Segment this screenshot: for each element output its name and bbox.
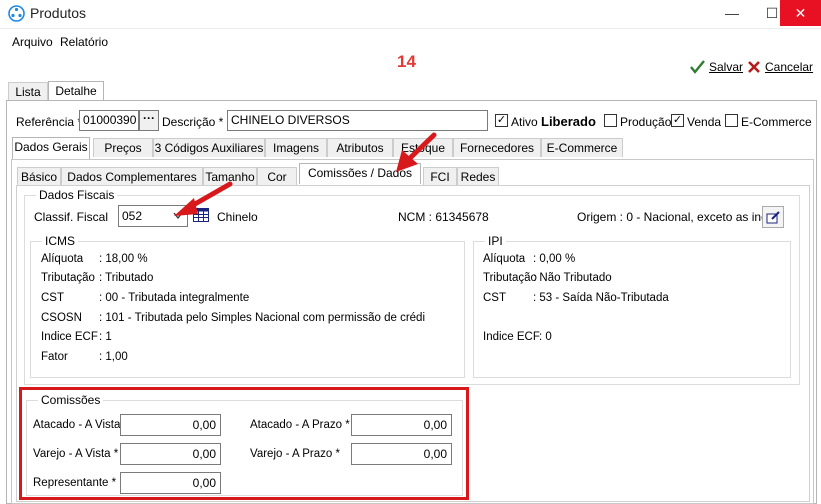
cancel-button[interactable]: Cancelar [747,59,813,75]
tab-cor[interactable]: Cor [257,167,297,186]
tab-atributos[interactable]: Atributos [327,138,393,157]
edit-icon [766,211,780,224]
icms-title: ICMS [42,234,78,248]
ipi-row-label: Tributação [483,272,537,284]
tab-codigos-auxiliares[interactable]: 3 Códigos Auxiliares [153,138,265,157]
ipi-row-label: Indice ECF [483,331,540,343]
referencia-input[interactable]: 01000390 [79,110,139,131]
icms-row-label: Tributação [41,272,95,284]
classif-fiscal-label: Classif. Fiscal [34,210,109,224]
icms-group [30,241,465,378]
ipi-row-label: Alíquota [483,253,526,265]
save-label: Salvar [709,60,744,74]
varejo-vista-input[interactable]: 0,00 [120,443,221,465]
varejo-vista-label: Varejo - A Vista * [33,448,119,460]
atacado-vista-input[interactable]: 0,00 [120,414,221,436]
representante-input[interactable]: 0,00 [120,472,221,494]
representante-label: Representante * [33,477,117,489]
descricao-label: Descrição * [162,115,224,129]
dados-fiscais-title: Dados Fiscais [36,188,118,202]
cancel-label: Cancelar [765,60,814,74]
tab-lista[interactable]: Lista [8,82,48,101]
ecommerce-label: E-Commerce [741,115,812,129]
icms-row-value: : 1,00 [99,351,128,363]
tab-imagens[interactable]: Imagens [265,138,327,157]
icms-row-value: : Tributado [99,272,154,284]
icms-row-value: : 00 - Tributada integralmente [99,292,250,304]
descricao-input[interactable]: CHINELO DIVERSOS [227,110,488,131]
ncm-text: NCM : 61345678 [398,210,489,224]
atacado-prazo-label: Atacado - A Prazo * [250,419,350,431]
icms-row-label: CST [41,292,64,304]
tab-ecommerce[interactable]: E-Commerce [541,138,623,157]
classif-fiscal-value: 052 [122,209,143,223]
varejo-prazo-input[interactable]: 0,00 [351,443,452,465]
icms-row-value: : 18,00 % [99,253,148,265]
arrow-annotation-classif [174,181,233,216]
annotation-number: 14 [397,52,416,71]
tab-redes[interactable]: Redes [457,167,499,186]
lookup-button[interactable]: ··· [139,110,159,131]
ecommerce-checkbox[interactable] [725,114,738,127]
ipi-row-label: CST [483,292,506,304]
save-button[interactable]: Salvar [690,59,743,75]
tab-dados-gerais[interactable]: Dados Gerais [12,137,90,159]
status-label: Liberado [541,114,596,129]
app-icon [8,5,25,22]
edit-origem-button[interactable] [762,206,784,228]
varejo-prazo-label: Varejo - A Prazo * [250,448,340,460]
origem-text: Origem : 0 - Nacional, exceto as indic [577,210,777,224]
minimize-button[interactable]: — [712,0,752,26]
icms-row-label: Alíquota [41,253,84,265]
ipi-row-value: : 0,00 % [533,253,576,265]
ipi-row-value: : Não Tributado [533,272,612,284]
menu-arquivo[interactable]: Arquivo [12,35,53,49]
checkmark-icon [690,60,705,74]
referencia-label: Referência * [16,115,83,129]
venda-label: Venda [687,115,722,129]
atacado-prazo-input[interactable]: 0,00 [351,414,452,436]
tab-basico[interactable]: Básico [17,167,61,186]
icms-row-label: Indice ECF [41,331,98,343]
title-bar [0,0,821,28]
icms-row-value: : 101 - Tributada pelo Simples Nacional … [99,312,425,324]
ipi-row-value: : 53 - Saída Não-Tributada [533,292,669,304]
arrow-annotation-tab [396,132,437,172]
comissoes-title: Comissões [38,393,104,407]
tab-detalhe[interactable]: Detalhe [48,81,104,102]
ativo-checkbox[interactable]: ✓ [495,114,508,127]
top-tabs: Lista Detalhe [8,81,208,102]
icms-row-label: CSOSN [41,312,82,324]
tab-fornecedores[interactable]: Fornecedores [453,138,541,157]
menu-relatorio[interactable]: Relatório [60,35,108,49]
x-icon [748,61,760,73]
icms-row-label: Fator [41,351,68,363]
ipi-row-value: : 0 [539,331,552,343]
venda-checkbox[interactable]: ✓ [671,114,684,127]
tab-precos[interactable]: Preços [93,138,153,157]
window-title: Produtos [30,5,87,21]
producao-label: Produção [620,115,672,129]
icms-row-value: : 1 [99,331,112,343]
producao-checkbox[interactable] [604,114,617,127]
ativo-label: Ativo [511,115,538,129]
close-button[interactable]: ✕ [780,0,821,26]
ipi-title: IPI [485,234,506,248]
atacado-vista-label: Atacado - A Vista [33,419,121,431]
